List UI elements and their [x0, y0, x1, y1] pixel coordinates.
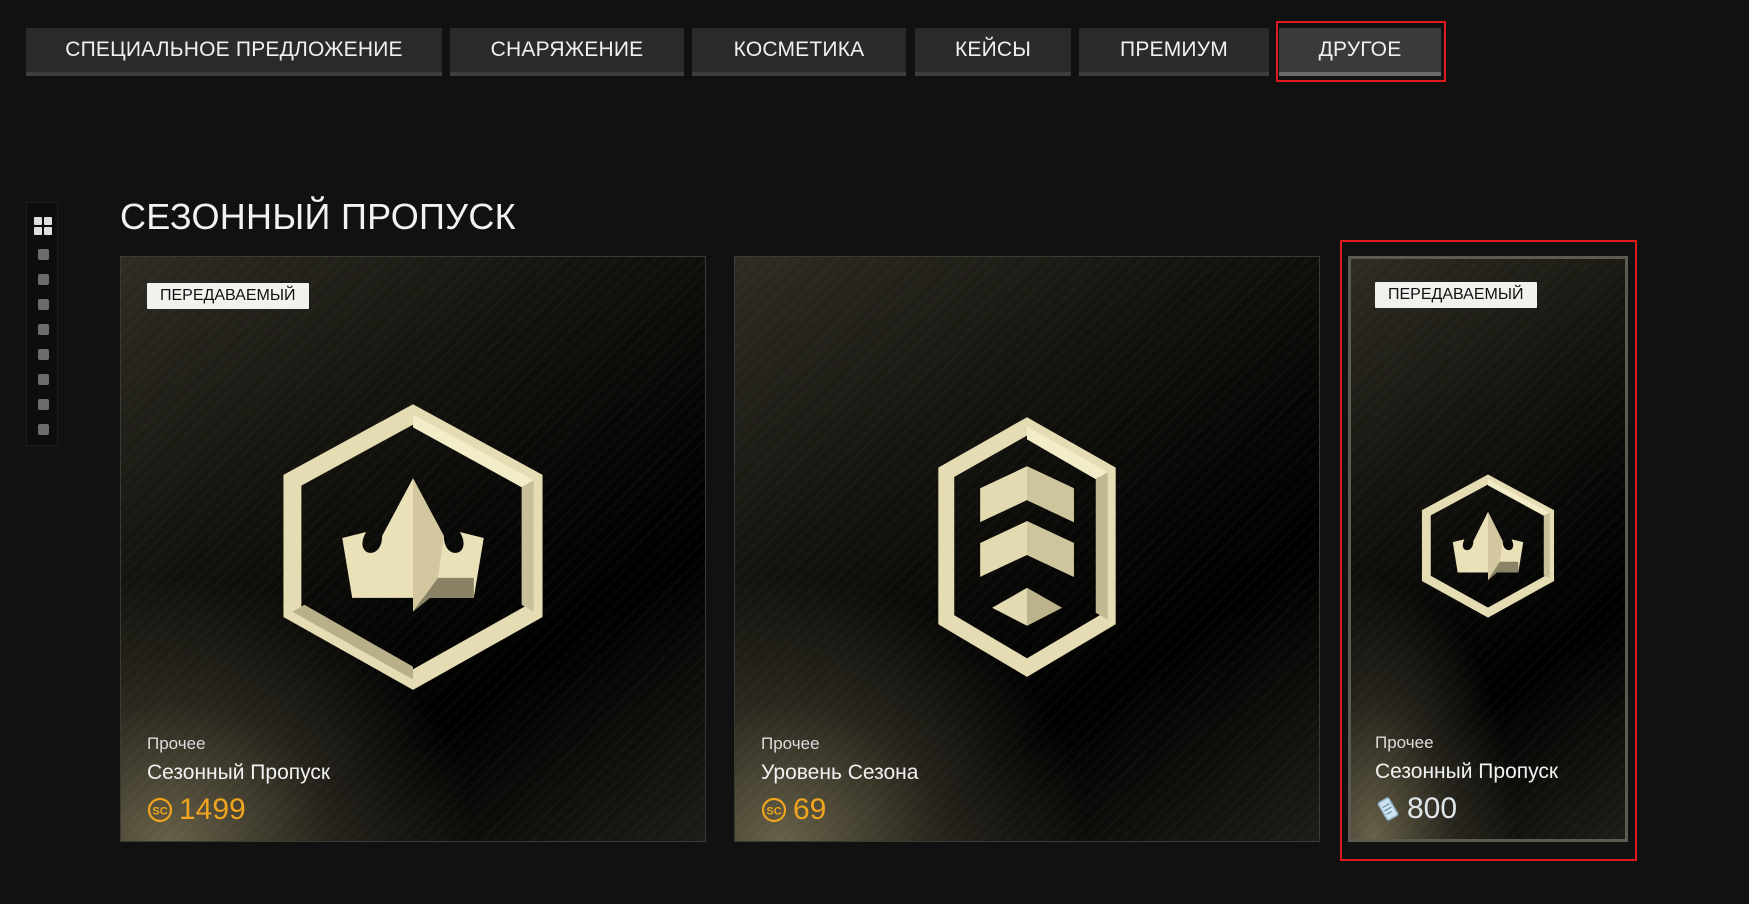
section-title: СЕЗОННЫЙ ПРОПУСК: [120, 196, 516, 237]
tab-special-offer[interactable]: СПЕЦИАЛЬНОЕ ПРЕДЛОЖЕНИЕ: [26, 28, 442, 76]
tab-premium[interactable]: ПРЕМИУМ: [1079, 28, 1269, 76]
section-index-item[interactable]: [38, 374, 49, 385]
svg-text:SC: SC: [152, 806, 167, 818]
section-index-item[interactable]: [38, 274, 49, 285]
ticket-icon: [1377, 797, 1399, 821]
tab-cosmetics[interactable]: КОСМЕТИКА: [692, 28, 906, 76]
price-amount: 800: [1407, 792, 1458, 825]
section-index-nav: [26, 202, 58, 446]
transferable-badge: ПЕРЕДАВАЕМЫЙ: [1375, 282, 1537, 308]
item-price: SC 69: [761, 793, 826, 827]
section-index-item[interactable]: [38, 324, 49, 335]
tab-cases[interactable]: КЕЙСЫ: [915, 28, 1071, 76]
section-index-item[interactable]: [38, 249, 49, 260]
sc-coin-icon: SC: [147, 797, 173, 823]
section-index-item[interactable]: [38, 399, 49, 410]
svg-text:SC: SC: [766, 806, 781, 818]
section-index-item[interactable]: [38, 424, 49, 435]
product-card-season-pass[interactable]: ПЕРЕДАВАЕМЫЙ Прочее Сезонный Пропуск SC …: [120, 256, 706, 842]
grid-view-icon[interactable]: [34, 217, 53, 236]
item-name: Сезонный Пропуск: [1375, 760, 1559, 783]
crown-hexagon-icon: [283, 404, 543, 690]
item-price: SC 1499: [147, 793, 246, 827]
item-category: Прочее: [147, 734, 206, 753]
chevron-rank-icon: [938, 417, 1116, 677]
sc-coin-icon: SC: [761, 797, 787, 823]
item-name: Уровень Сезона: [761, 761, 919, 784]
price-amount: 1499: [179, 793, 246, 826]
tab-equipment[interactable]: СНАРЯЖЕНИЕ: [450, 28, 684, 76]
item-name: Сезонный Пропуск: [147, 761, 331, 784]
item-category: Прочее: [761, 734, 820, 753]
item-price: 800: [1375, 792, 1457, 826]
item-category: Прочее: [1375, 733, 1434, 752]
product-card-season-level[interactable]: Прочее Уровень Сезона SC 69: [734, 256, 1320, 842]
tab-other[interactable]: ДРУГОЕ: [1279, 28, 1441, 76]
section-index-item[interactable]: [38, 299, 49, 310]
price-amount: 69: [793, 793, 827, 826]
transferable-badge: ПЕРЕДАВАЕМЫЙ: [147, 283, 309, 309]
product-card-season-pass-tickets[interactable]: ПЕРЕДАВАЕМЫЙ Прочее Сезонный Пропуск 800: [1348, 256, 1628, 842]
section-index-item[interactable]: [38, 349, 49, 360]
